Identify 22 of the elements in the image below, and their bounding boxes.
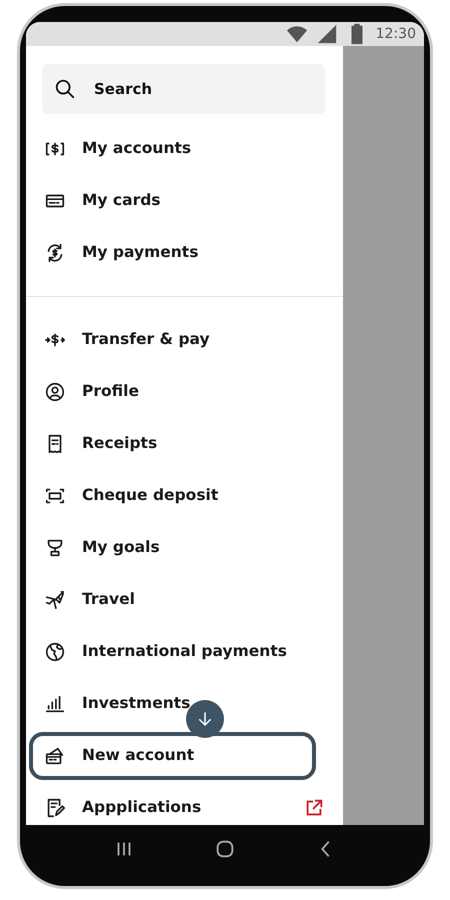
- card-stack-icon: [44, 745, 66, 767]
- menu-item[interactable]: Transfer & pay: [26, 314, 343, 366]
- menu-item[interactable]: Receipts: [26, 418, 343, 470]
- menu-item[interactable]: My payments: [26, 227, 343, 279]
- search-field[interactable]: Search: [92, 76, 292, 102]
- menu-item[interactable]: Investments: [26, 678, 343, 730]
- globe-icon: [44, 641, 66, 663]
- menu-item[interactable]: My cards: [26, 175, 343, 227]
- search-bar[interactable]: Search: [42, 64, 325, 114]
- menu-item[interactable]: My accounts: [26, 123, 343, 175]
- menu-item[interactable]: International payments: [26, 626, 343, 678]
- menu-item[interactable]: Appplications: [26, 782, 343, 825]
- search-icon: [54, 78, 76, 100]
- status-time: 12:30: [376, 24, 416, 44]
- menu-item[interactable]: Cheque deposit: [26, 470, 343, 522]
- menu-item[interactable]: Travel: [26, 574, 343, 626]
- menu-item[interactable]: My goals: [26, 522, 343, 574]
- menu-item[interactable]: New account: [29, 732, 316, 780]
- person-circle-icon: [44, 381, 66, 403]
- menu-item[interactable]: Profile: [26, 366, 343, 418]
- down-arrow-icon: [196, 710, 214, 728]
- bar-chart-icon: [44, 693, 66, 715]
